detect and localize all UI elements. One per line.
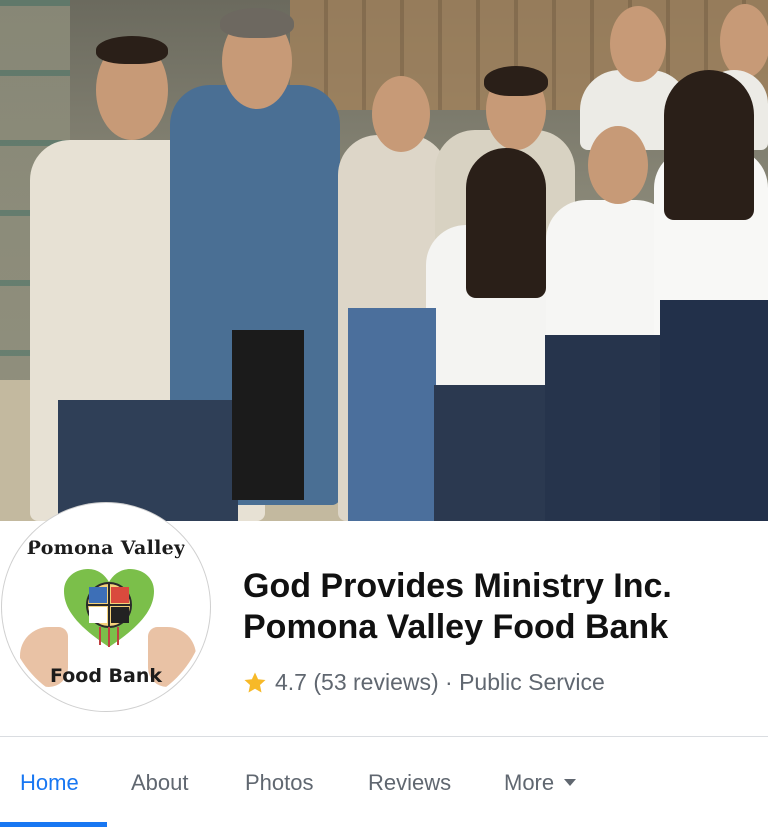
page-tabs: Home About Photos Reviews More <box>0 760 768 806</box>
active-tab-indicator <box>0 822 107 827</box>
page-meta: 4.7 (53 reviews) · Public Service <box>243 669 605 696</box>
volunteer-hair <box>466 148 546 298</box>
cover-photo[interactable] <box>0 0 768 521</box>
page-title: God Provides Ministry Inc. Pomona Valley… <box>243 566 672 648</box>
rating-value: 4.7 <box>275 669 307 695</box>
tab-photos[interactable]: Photos <box>245 760 314 806</box>
heart-logo-icon <box>64 569 154 647</box>
logo-top-text: Pomona Valley <box>26 537 186 559</box>
meta-separator: · <box>445 669 453 695</box>
profile-picture[interactable]: Pomona Valley Food Bank <box>2 503 210 711</box>
tab-home[interactable]: Home <box>20 760 79 806</box>
jeans <box>660 300 768 521</box>
page-title-line2: Pomona Valley Food Bank <box>243 608 669 646</box>
jeans <box>348 308 436 521</box>
jeans <box>434 385 552 521</box>
volunteer-head <box>610 6 666 82</box>
tab-more[interactable]: More <box>504 760 577 806</box>
tab-more-label: More <box>504 770 555 795</box>
page-title-line1: God Provides Ministry Inc. <box>243 567 672 605</box>
volunteer-head <box>588 126 648 204</box>
tab-reviews[interactable]: Reviews <box>368 760 451 806</box>
logo-bottom-text: Food Bank <box>50 665 162 687</box>
pants <box>232 330 304 500</box>
volunteer-head <box>720 4 768 78</box>
jeans <box>545 335 670 521</box>
volunteer-hair <box>664 70 754 220</box>
divider <box>0 736 768 737</box>
star-icon <box>244 672 266 692</box>
chevron-down-icon <box>564 778 577 786</box>
review-count[interactable]: (53 reviews) <box>313 669 438 696</box>
tab-about[interactable]: About <box>131 760 189 806</box>
volunteer-hair <box>96 36 168 64</box>
volunteer-hair <box>220 8 294 38</box>
page-category[interactable]: Public Service <box>459 669 605 696</box>
volunteer-hair <box>484 66 548 96</box>
jeans <box>58 400 238 521</box>
volunteer-head <box>372 76 430 152</box>
